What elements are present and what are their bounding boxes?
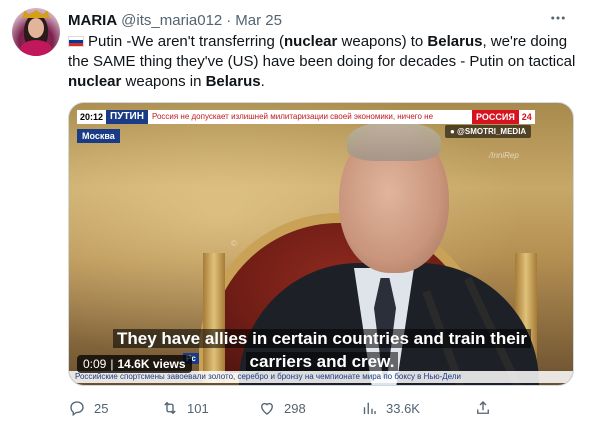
reply-count: 25	[94, 400, 109, 416]
ticker-time: 20:12	[77, 110, 107, 124]
more-options-icon[interactable]	[546, 6, 570, 30]
tweet-date[interactable]: Mar 25	[235, 12, 282, 29]
analytics-icon	[363, 402, 376, 414]
tweet-header: MARIA @its_maria012 · Mar 25	[68, 10, 282, 30]
video-stats-chip: 0:09 | 14.6K views	[77, 355, 192, 373]
separator-dot: ·	[226, 11, 232, 29]
highlight-belarus-2: Belarus	[205, 73, 261, 90]
side-logo: /InniRep	[489, 151, 519, 160]
video-views: 14.6K views	[117, 357, 186, 371]
ticker-title: ПУТИН	[106, 110, 148, 124]
like-count: 298	[284, 400, 306, 416]
reply-button[interactable]: 25	[68, 399, 108, 417]
retweet-icon	[164, 401, 176, 415]
highlight-nuclear: nuclear	[284, 33, 338, 50]
news-ticker-top: 20:12 ПУТИН Россия не допускает излишней…	[77, 109, 535, 125]
avatar[interactable]	[12, 8, 60, 56]
video-timestamp: 0:09	[83, 357, 107, 371]
watermark: ● @SMOTRI_MEDIA	[445, 125, 532, 138]
highlight-nuclear-2: nuclear	[68, 73, 122, 90]
views-button[interactable]: 33.6K	[360, 399, 420, 417]
retweet-count: 101	[187, 400, 209, 416]
author-handle[interactable]: @its_maria012	[121, 12, 222, 29]
reply-icon	[70, 401, 84, 417]
russian-flag-icon	[68, 36, 84, 47]
copyright-mark: ©	[231, 239, 237, 248]
heart-icon	[261, 402, 273, 415]
channel-logo: РОССИЯ	[471, 110, 519, 124]
views-count: 33.6K	[386, 400, 420, 416]
channel-number: 24	[518, 110, 535, 124]
author-name[interactable]: MARIA	[68, 12, 117, 29]
tweet-text: Putin -We aren't transferring (nuclear w…	[68, 33, 576, 90]
ticker-text: Россия не допускает излишней милитаризац…	[147, 110, 472, 124]
separator: |	[110, 357, 114, 371]
share-button[interactable]	[474, 399, 492, 417]
video-player[interactable]: 20:12 ПУТИН Россия не допускает излишней…	[68, 102, 574, 386]
location-badge: Москва	[77, 129, 120, 143]
like-button[interactable]: 298	[258, 399, 306, 417]
retweet-button[interactable]: 101	[161, 399, 209, 417]
share-icon	[477, 401, 489, 414]
tweet-actions: 25 101 298 33.6K	[68, 396, 558, 420]
highlight-belarus: Belarus	[427, 33, 483, 50]
